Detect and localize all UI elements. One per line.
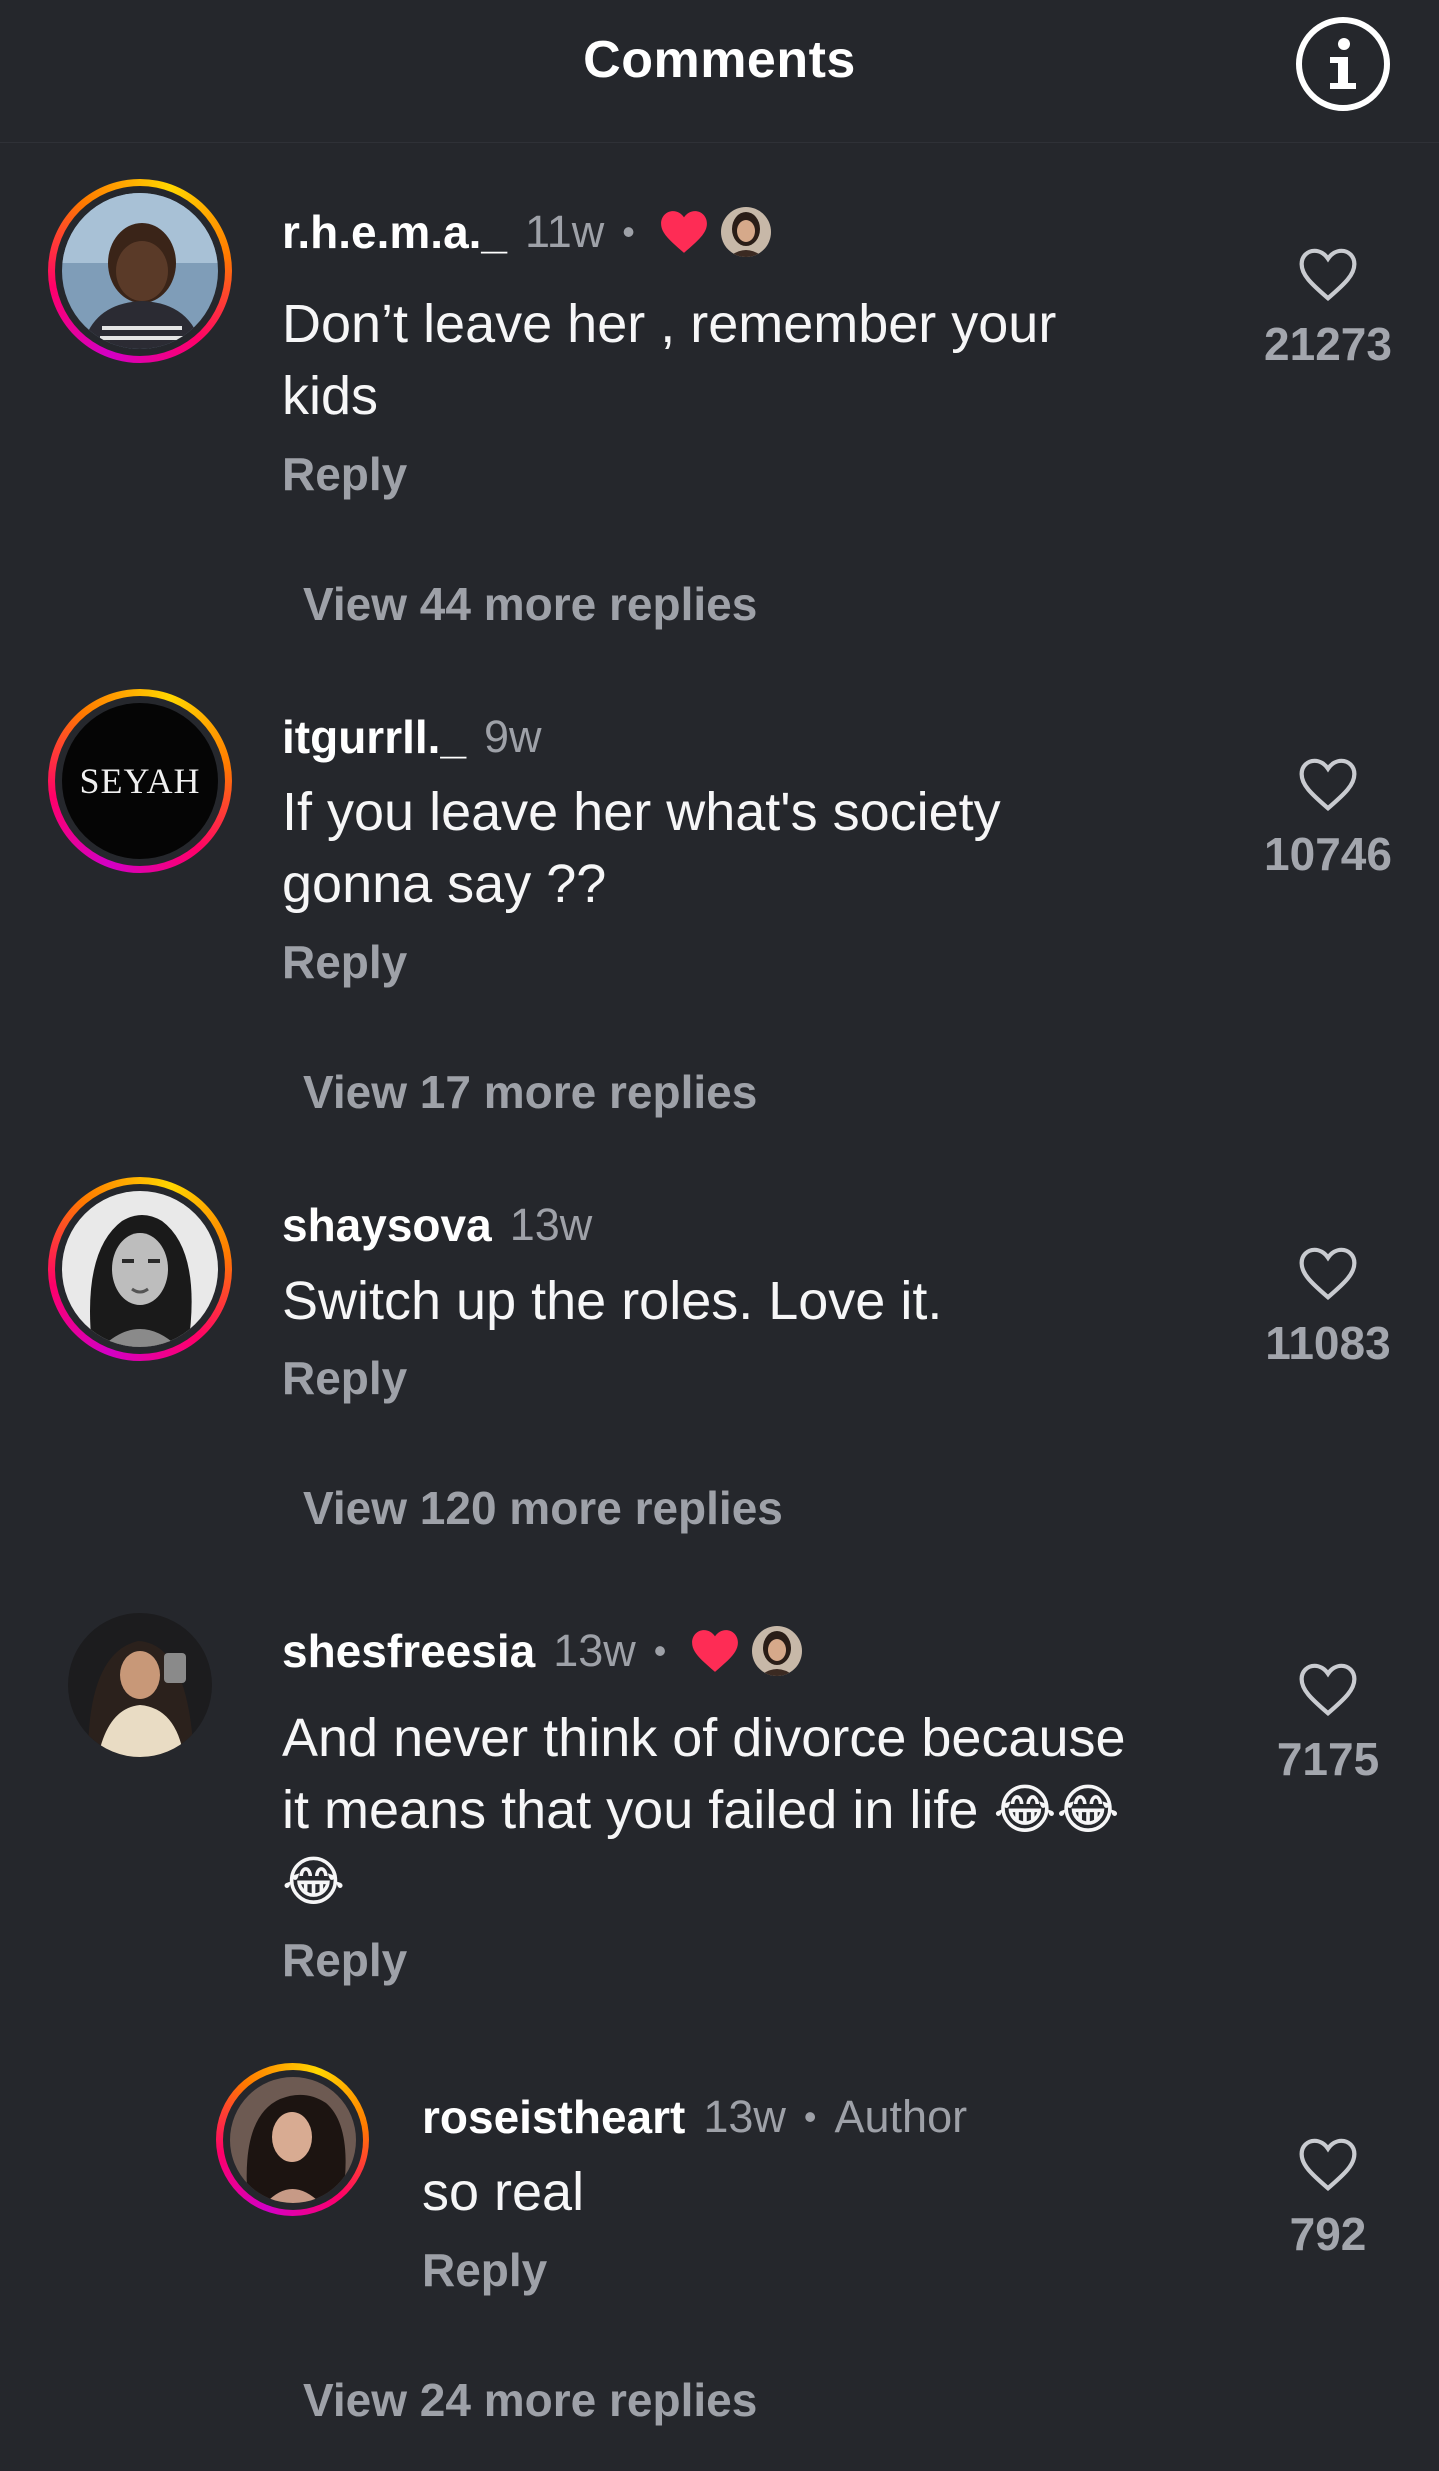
comment-username[interactable]: shaysova <box>282 1198 492 1252</box>
avatar-story-ring[interactable] <box>216 2063 369 2216</box>
avatar-story-ring[interactable]: SEYAH <box>48 689 232 873</box>
author-badge: Author <box>834 2091 968 2142</box>
avatar-story-ring[interactable] <box>48 1177 232 1361</box>
heart-outline-icon[interactable] <box>1296 1244 1360 1302</box>
avatar[interactable] <box>68 1613 212 1757</box>
comment-text: If you leave her what's society gonna sa… <box>282 782 1001 914</box>
like-count: 11083 <box>1265 1317 1391 1369</box>
comment-username[interactable]: r.h.e.m.a._ <box>282 205 507 259</box>
reply-button[interactable]: Reply <box>282 447 407 501</box>
like-count: 7175 <box>1276 1733 1380 1785</box>
view-more-replies[interactable]: View 120 more replies <box>303 1481 783 1535</box>
reply-button[interactable]: Reply <box>282 1351 407 1405</box>
comment-timestamp: 9w <box>484 711 542 762</box>
comments-screen: Comments r.h.e.m.a._ 11w • Don’t leave h… <box>0 0 1439 2471</box>
separator-dot: • <box>653 1630 667 1671</box>
comment-text: And never think of divorce because it me… <box>282 1708 1126 1912</box>
separator-dot: • <box>803 2096 817 2137</box>
heart-outline-icon[interactable] <box>1296 2135 1360 2193</box>
reply-button[interactable]: Reply <box>422 2243 547 2297</box>
heart-filled-icon <box>692 1630 739 1672</box>
reply-username[interactable]: roseistheart <box>422 2090 685 2144</box>
heart-outline-icon[interactable] <box>1296 245 1360 303</box>
comments-header: Comments <box>0 0 1439 143</box>
comment-text: Switch up the roles. Love it. <box>282 1271 943 1331</box>
reply-text: so real <box>422 2162 585 2222</box>
comment-text: Don’t leave her , remember your kids <box>282 294 1057 426</box>
like-count: 792 <box>1289 2208 1367 2260</box>
heart-filled-icon <box>660 211 707 253</box>
avatar-logo-text: SEYAH <box>79 761 201 801</box>
view-more-replies[interactable]: View 24 more replies <box>303 2373 757 2427</box>
avatar-story-ring[interactable] <box>48 179 232 363</box>
separator-dot: • <box>622 211 635 252</box>
like-count: 10746 <box>1264 828 1392 880</box>
creator-avatar <box>720 207 771 257</box>
comment-timestamp: 13w <box>509 1199 593 1250</box>
comment-timestamp: 13w <box>553 1625 636 1676</box>
page-title: Comments <box>583 31 856 89</box>
reply-button[interactable]: Reply <box>282 935 407 989</box>
reply-timestamp: 13w <box>703 2091 786 2142</box>
view-more-replies[interactable]: View 17 more replies <box>303 1065 757 1119</box>
like-count: 21273 <box>1264 318 1392 370</box>
avatar: SEYAH <box>62 703 218 859</box>
view-more-replies[interactable]: View 44 more replies <box>303 577 757 631</box>
heart-outline-icon[interactable] <box>1296 1660 1360 1718</box>
avatar <box>229 2076 356 2203</box>
avatar <box>62 1191 218 1347</box>
comment-timestamp: 11w <box>525 206 605 257</box>
avatar <box>62 193 218 349</box>
creator-avatar <box>752 1626 803 1676</box>
info-icon <box>1330 38 1356 89</box>
comment-username[interactable]: shesfreesia <box>282 1624 535 1678</box>
heart-outline-icon[interactable] <box>1296 755 1360 813</box>
info-button[interactable] <box>1296 17 1390 111</box>
reply-button[interactable]: Reply <box>282 1933 407 1987</box>
comment-username[interactable]: itgurrll._ <box>282 710 466 764</box>
